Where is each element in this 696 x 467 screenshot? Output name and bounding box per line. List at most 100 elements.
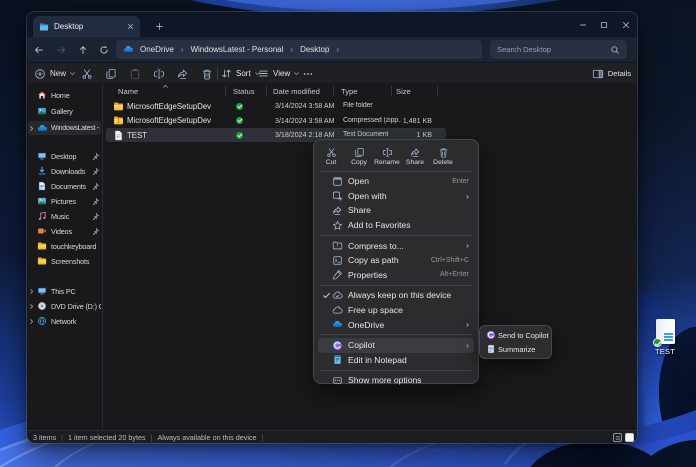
quick-share-button[interactable]: Share — [402, 145, 428, 167]
column-header-date[interactable]: Date modified — [273, 84, 320, 98]
sidebar-item-videos[interactable]: Videos — [28, 224, 101, 238]
desktop-screen: TEST Desktop OneDrive — [0, 0, 696, 467]
sidebar-item-home[interactable]: Home — [28, 88, 101, 102]
menu-item-always-keep-on-device[interactable]: Always keep on this device — [318, 288, 474, 303]
menu-item-open[interactable]: Open Enter — [318, 174, 474, 189]
details-pane-button[interactable]: Details — [592, 65, 631, 82]
sidebar-item-downloads[interactable]: Downloads — [28, 164, 101, 178]
column-header-type[interactable]: Type — [341, 84, 357, 98]
menu-item-copy-as-path[interactable]: Copy as path Ctrl+Shift+C — [318, 253, 474, 268]
menu-item-onedrive[interactable]: OneDrive › — [318, 317, 474, 332]
menu-item-properties[interactable]: Properties Alt+Enter — [318, 268, 474, 283]
expand-chevron-icon[interactable] — [28, 303, 36, 310]
copy-button[interactable] — [102, 65, 119, 82]
sidebar-item-touchkeyboard[interactable]: touchkeyboard — [28, 239, 101, 253]
breadcrumb-chevron-icon[interactable]: › — [290, 45, 293, 54]
documents-icon — [37, 181, 47, 191]
file-row-folder[interactable]: MicrosoftEdgeSetupDev 3/14/2024 3:58 AM … — [106, 99, 446, 113]
view-label: View — [273, 69, 290, 78]
sidebar-item-network[interactable]: Network — [28, 314, 101, 328]
close-button[interactable] — [618, 12, 634, 37]
breadcrumb-chevron-icon[interactable]: › — [181, 45, 184, 54]
address-bar[interactable]: OneDrive › WindowsLatest - Personal › De… — [116, 40, 482, 59]
sidebar-item-desktop[interactable]: Desktop — [28, 149, 101, 163]
breadcrumb-account[interactable]: WindowsLatest - Personal — [190, 45, 283, 54]
selection-info: 1 item selected 20 bytes — [68, 433, 146, 442]
menu-item-edit-in-notepad[interactable]: Edit in Notepad — [318, 353, 474, 368]
sidebar-item-onedrive[interactable]: WindowsLatest - P — [28, 121, 101, 135]
breadcrumb-desktop[interactable]: Desktop — [300, 45, 329, 54]
sidebar-item-documents[interactable]: Documents — [28, 179, 101, 193]
sidebar-item-gallery[interactable]: Gallery — [28, 104, 101, 118]
quick-cut-button[interactable]: Cut — [318, 145, 344, 167]
details-view-button[interactable] — [613, 433, 622, 442]
pictures-icon — [37, 196, 47, 206]
paste-button[interactable] — [126, 65, 143, 82]
sort-button[interactable]: Sort — [221, 65, 261, 82]
sidebar-item-pictures[interactable]: Pictures — [28, 194, 101, 208]
column-header-name[interactable]: Name — [118, 84, 138, 98]
trash-icon — [201, 68, 213, 80]
column-header-status[interactable]: Status — [233, 84, 255, 98]
quick-action-label: Cut — [326, 159, 337, 166]
rename-button[interactable] — [150, 65, 167, 82]
menu-item-copilot[interactable]: Copilot › — [318, 338, 474, 353]
new-tab-button[interactable] — [151, 18, 167, 34]
breadcrumb-onedrive[interactable]: OneDrive — [140, 45, 174, 54]
cut-button[interactable] — [78, 65, 95, 82]
desktop-file-test[interactable]: TEST — [646, 319, 684, 356]
share-button[interactable] — [174, 65, 191, 82]
plus-icon — [155, 22, 164, 31]
submenu-item-send-to-copilot[interactable]: Send to Copilot — [483, 328, 548, 342]
sidebar-item-label: WindowsLatest - P — [51, 125, 101, 132]
sidebar-item-dvd-drive[interactable]: DVD Drive (D:) CCC — [28, 299, 101, 313]
menu-item-add-to-favorites[interactable]: Add to Favorites — [318, 218, 474, 233]
menu-item-open-with[interactable]: Open with › — [318, 189, 474, 204]
new-button[interactable]: New — [32, 65, 78, 82]
tab-desktop[interactable]: Desktop — [33, 16, 140, 37]
column-separator[interactable] — [266, 86, 267, 96]
menu-item-share[interactable]: Share — [318, 203, 474, 218]
column-separator[interactable] — [225, 86, 226, 96]
quick-copy-button[interactable]: Copy — [346, 145, 372, 167]
column-header-size[interactable]: Size — [396, 84, 411, 98]
file-row-zip[interactable]: MicrosoftEdgeSetupDev 3/14/2024 3:58 AM … — [106, 114, 446, 128]
sidebar-item-label: Home — [51, 91, 101, 100]
icons-view-button[interactable] — [625, 433, 634, 442]
menu-item-compress-to[interactable]: Compress to... › — [318, 238, 474, 253]
menu-item-show-more-options[interactable]: Show more options — [318, 373, 474, 388]
dvd-icon — [37, 301, 47, 311]
maximize-button[interactable] — [596, 12, 612, 37]
tab-close-icon[interactable] — [127, 23, 134, 30]
back-button[interactable] — [30, 41, 47, 58]
view-button[interactable]: View — [258, 65, 300, 82]
delete-button[interactable] — [198, 65, 215, 82]
menu-item-label: Copilot — [348, 340, 466, 350]
menu-item-label: Always keep on this device — [348, 290, 469, 300]
expand-chevron-icon[interactable] — [28, 288, 36, 295]
search-box[interactable]: Search Desktop — [490, 40, 627, 59]
refresh-button[interactable] — [95, 41, 112, 58]
expand-chevron-icon[interactable] — [28, 318, 36, 325]
breadcrumb-chevron-icon[interactable]: › — [336, 45, 339, 54]
menu-separator — [320, 171, 472, 172]
up-button[interactable] — [74, 41, 91, 58]
column-separator[interactable] — [437, 86, 438, 96]
quick-rename-button[interactable]: Rename — [374, 145, 400, 167]
properties-icon — [332, 269, 343, 280]
submenu-item-summarize[interactable]: Summarize — [483, 342, 548, 356]
sidebar-item-screenshots[interactable]: Screenshots — [28, 254, 101, 268]
view-toggle-group — [613, 433, 634, 442]
quick-delete-button[interactable]: Delete — [430, 145, 456, 167]
menu-shortcut: Ctrl+Shift+C — [431, 257, 469, 264]
menu-item-free-up-space[interactable]: Free up space — [318, 303, 474, 318]
minimize-button[interactable] — [575, 12, 591, 37]
sidebar-item-thispc[interactable]: This PC — [28, 284, 101, 298]
menu-item-label: Properties — [348, 270, 440, 280]
forward-button[interactable] — [52, 41, 69, 58]
column-separator[interactable] — [391, 86, 392, 96]
more-options-button[interactable] — [300, 65, 316, 82]
expand-chevron-icon[interactable] — [28, 125, 36, 132]
sidebar-item-music[interactable]: Music — [28, 209, 101, 223]
column-separator[interactable] — [333, 86, 334, 96]
